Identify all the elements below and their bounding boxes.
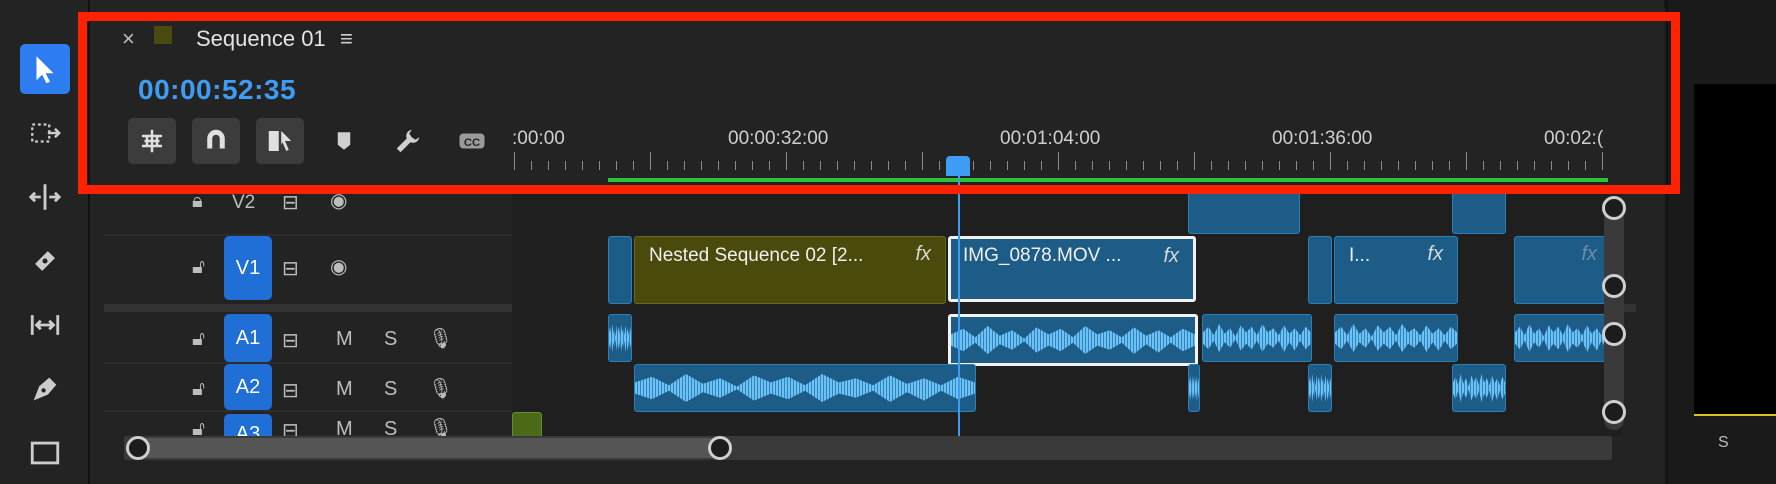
ripple-edit-icon	[28, 184, 62, 210]
audio-meter-label: S	[1718, 434, 1729, 451]
sync-lock-icon[interactable]: ⊟	[282, 378, 299, 403]
scroll-handle[interactable]	[1602, 400, 1626, 424]
sync-lock-icon[interactable]: ⊟	[282, 418, 299, 436]
fx-badge[interactable]: fx	[1163, 245, 1179, 268]
microphone-icon[interactable]: 🎙︎	[428, 326, 453, 351]
solo-toggle[interactable]: S	[384, 418, 397, 436]
audio-clip[interactable]	[634, 364, 976, 412]
fx-badge[interactable]: fx	[1427, 243, 1443, 266]
audio-clip[interactable]	[1188, 364, 1200, 412]
razor-tool[interactable]	[20, 236, 70, 286]
audio-clip[interactable]	[1334, 314, 1458, 362]
track-select-tool[interactable]	[20, 108, 70, 158]
timeline-tracks-area[interactable]: Nested Sequence 02 [2... fx IMG_0878.MOV…	[512, 186, 1622, 436]
audio-clip[interactable]	[608, 314, 632, 362]
tools-panel	[0, 0, 90, 484]
vertical-zoom-scrollbar[interactable]	[1604, 200, 1624, 430]
mute-toggle[interactable]: M	[336, 418, 353, 436]
pen-tool[interactable]	[20, 364, 70, 414]
playhead-line	[958, 176, 960, 436]
eye-icon[interactable]: ◉	[330, 254, 347, 279]
slip-tool[interactable]	[20, 300, 70, 350]
audio-clip-selected[interactable]	[948, 314, 1198, 366]
rectangle-tool[interactable]	[20, 428, 70, 478]
scroll-handle[interactable]	[1602, 274, 1626, 298]
lock-icon[interactable]: 🔓︎	[192, 328, 205, 351]
clip-label: IMG_0878.MOV ...	[963, 245, 1122, 266]
sync-lock-icon[interactable]: ⊟	[282, 328, 299, 353]
nested-sequence-clip[interactable]: Nested Sequence 02 [2... fx	[634, 236, 946, 304]
scroll-handle[interactable]	[126, 436, 150, 460]
scroll-handle[interactable]	[1602, 196, 1626, 220]
monitor-guide-line	[1694, 414, 1776, 416]
clip-label: Nested Sequence 02 [2...	[649, 245, 864, 266]
audio-clip[interactable]	[1514, 314, 1612, 362]
audio-clip[interactable]	[1202, 314, 1312, 362]
rectangle-icon	[30, 441, 60, 465]
solo-toggle[interactable]: S	[384, 328, 397, 351]
solo-toggle[interactable]: S	[384, 378, 397, 401]
track-select-icon	[31, 123, 61, 143]
lock-icon[interactable]: 🔓︎	[192, 256, 205, 279]
mute-toggle[interactable]: M	[336, 378, 353, 401]
video-clip[interactable]: I... fx	[1334, 236, 1458, 304]
pen-nib-icon	[33, 377, 57, 401]
video-clip[interactable]	[1308, 236, 1332, 304]
mute-toggle[interactable]: M	[336, 328, 353, 351]
scrollbar-thumb[interactable]	[138, 438, 720, 458]
track-target-a2[interactable]: A2	[224, 364, 272, 410]
highlight-box	[78, 12, 1680, 194]
track-label-v2: V2	[232, 192, 256, 213]
audio-clip[interactable]	[1452, 364, 1506, 412]
monitor-frame	[1694, 84, 1776, 416]
track-header-a3: 🔓︎ A3 ⊟ M S 🎙︎	[180, 412, 510, 436]
arrow-pointer-icon	[36, 56, 54, 84]
ripple-edit-tool[interactable]	[20, 172, 70, 222]
selection-tool[interactable]	[20, 44, 70, 94]
audio-clip[interactable]	[1308, 364, 1332, 412]
fx-badge[interactable]: fx	[1581, 243, 1597, 266]
track-target-a1[interactable]: A1	[224, 314, 272, 362]
scroll-handle[interactable]	[1602, 322, 1626, 346]
track-target-a3[interactable]: A3	[224, 414, 272, 436]
audio-clip[interactable]	[512, 412, 542, 436]
lock-icon[interactable]: 🔓︎	[192, 378, 205, 401]
img-clip-selected[interactable]: IMG_0878.MOV ... fx	[948, 236, 1196, 302]
video-clip[interactable]: fx	[1514, 236, 1612, 304]
video-clip[interactable]	[608, 236, 632, 304]
fx-badge[interactable]: fx	[915, 243, 931, 266]
razor-blade-icon	[35, 251, 55, 271]
microphone-icon[interactable]: 🎙︎	[428, 376, 453, 401]
sync-lock-icon[interactable]: ⊟	[282, 256, 299, 281]
track-target-v1[interactable]: V1	[224, 236, 272, 300]
microphone-icon[interactable]: 🎙︎	[428, 416, 453, 436]
clip-label: I...	[1349, 245, 1371, 266]
slip-icon	[30, 315, 60, 335]
scroll-handle[interactable]	[708, 436, 732, 460]
lock-icon[interactable]: 🔓︎	[192, 418, 205, 436]
